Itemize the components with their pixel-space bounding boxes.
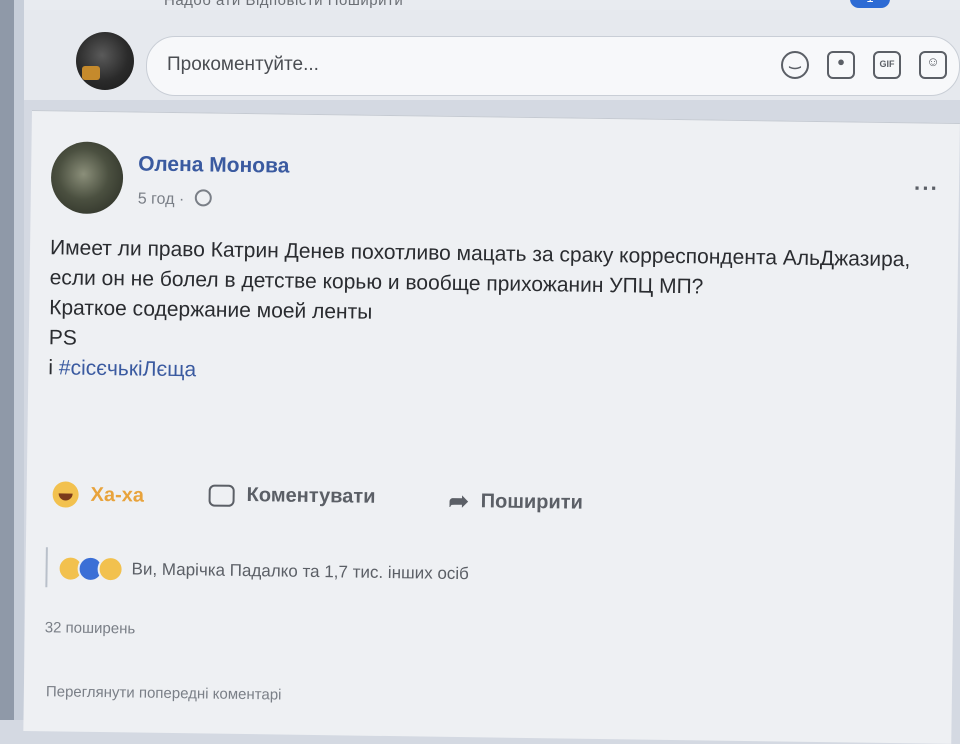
share-button[interactable]: ➦ Поширити: [448, 487, 583, 518]
post-actions: Ха-ха Коментувати ➦ Поширити: [48, 481, 928, 533]
left-margin: [14, 0, 24, 720]
comment-input[interactable]: Прокоментуйте... ‿ ● GIF ☺: [146, 36, 960, 96]
share-label: Поширити: [480, 490, 584, 514]
post-card: Олена Монова 5 год · ··· Имеет ли право …: [23, 110, 960, 744]
comment-label: Коментувати: [246, 484, 376, 508]
reactions-summary[interactable]: Ви, Марічка Падалко та 1,7 тис. інших ос…: [45, 547, 928, 600]
post-author-name[interactable]: Олена Монова: [138, 152, 289, 178]
wow-reaction-icon: [97, 555, 124, 583]
more-icon[interactable]: ···: [914, 175, 939, 201]
hashtag-link[interactable]: #сісєчькіЛєща: [59, 356, 197, 381]
post-time[interactable]: 5 год: [138, 190, 175, 208]
reaction-count-badge: 1: [850, 0, 890, 8]
view-previous-comments-link[interactable]: Переглянути попередні коментарі: [46, 683, 282, 703]
camera-icon[interactable]: ●: [827, 51, 855, 79]
share-icon: ➦: [448, 487, 469, 516]
shares-count[interactable]: 32 поширень: [45, 619, 136, 637]
gif-icon[interactable]: GIF: [873, 51, 901, 79]
post-text: Имеет ли право Катрин Денев похотливо ма…: [48, 233, 930, 395]
hashtag-prefix: і: [48, 356, 60, 380]
reactions-text: Ви, Марічка Падалко та 1,7 тис. інших ос…: [131, 559, 469, 584]
compose-tools: ‿ ● GIF ☺: [781, 51, 947, 79]
comment-button[interactable]: Коментувати: [208, 484, 376, 509]
comment-placeholder: Прокоментуйте...: [167, 54, 319, 75]
meta-separator: ·: [178, 191, 185, 209]
react-button[interactable]: Ха-ха: [52, 481, 144, 508]
emoji-icon[interactable]: ‿: [781, 51, 809, 79]
comment-compose-bar: Прокоментуйте... ‿ ● GIF ☺: [24, 10, 960, 100]
previous-comment-actions: Надоб ати Відповісти Поширити 1: [24, 0, 960, 10]
sticker-icon[interactable]: ☺: [919, 51, 947, 79]
previous-comment-links[interactable]: Надоб ати Відповісти Поширити: [164, 0, 403, 9]
screen-bezel: [0, 0, 14, 720]
globe-icon: [194, 189, 212, 207]
post-meta: 5 год ·: [138, 188, 212, 209]
react-label: Ха-ха: [90, 483, 145, 507]
avatar[interactable]: [76, 32, 134, 90]
haha-icon: [52, 481, 79, 508]
post-author-avatar[interactable]: [50, 141, 124, 215]
comment-icon: [208, 484, 235, 507]
